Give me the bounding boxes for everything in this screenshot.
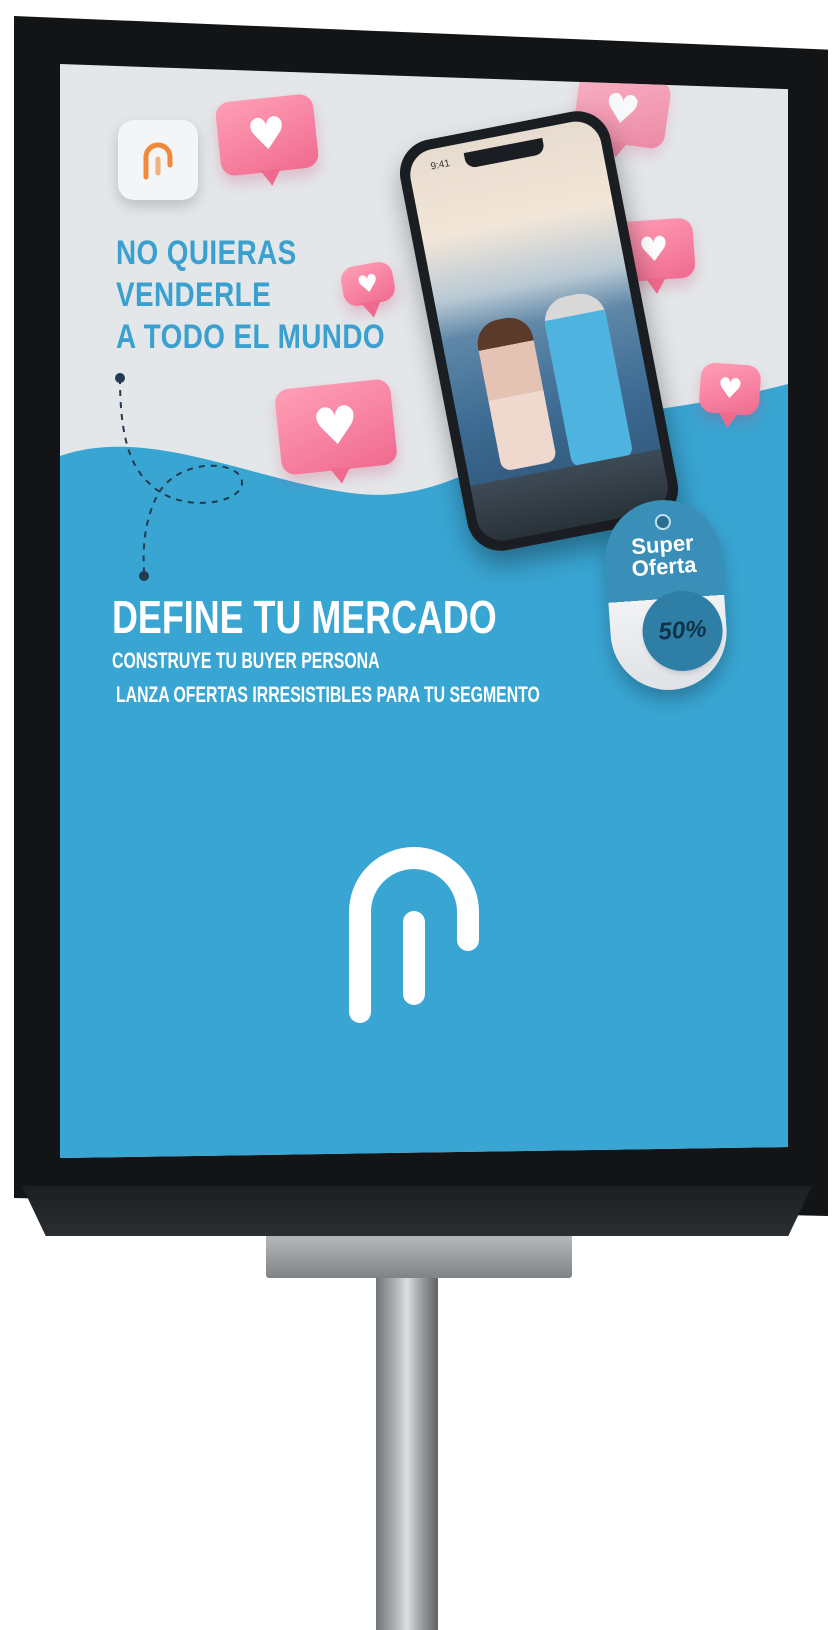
advertisement-poster: ♥ ♥ ♥ ♥ ♥ ♥ NO QUIERAS VENDERLE A TODO E… (60, 64, 788, 1158)
app-logo-icon (118, 120, 198, 200)
headline: NO QUIERAS VENDERLE A TODO EL MUNDO (116, 232, 387, 358)
subtitle-buyer-persona: CONSTRUYE TU BUYER PERSONA (112, 648, 380, 673)
heart-bubble-large-top: ♥ (214, 93, 320, 177)
photo-person-left (473, 313, 558, 472)
heart-icon: ♥ (716, 371, 744, 406)
billboard-scene: ♥ ♥ ♥ ♥ ♥ ♥ NO QUIERAS VENDERLE A TODO E… (0, 0, 832, 1630)
tag-label: Super Oferta (604, 530, 723, 582)
brand-logo-icon (349, 847, 479, 1023)
heart-bubble-far-right: ♥ (698, 361, 762, 417)
main-title: DEFINE TU MERCADO (112, 591, 497, 643)
offer-price-tag: Super Oferta 50% (601, 496, 731, 694)
subtitle-offers: LANZA OFERTAS IRRESISTIBLES PARA TU SEGM… (116, 682, 540, 707)
heart-bubble-center: ♥ (273, 378, 399, 476)
heart-icon: ♥ (309, 394, 363, 460)
phone-notch (463, 137, 546, 169)
phone-status-time: 9:41 (429, 158, 451, 173)
headline-line-3: A TODO EL MUNDO (116, 318, 385, 356)
heart-icon: ♥ (244, 107, 290, 162)
headline-line-2: VENDERLE (116, 276, 272, 314)
heart-icon: ♥ (637, 228, 671, 272)
billboard-frame-base (22, 1186, 812, 1236)
headline-line-1: NO QUIERAS (116, 234, 297, 272)
tag-hole (654, 513, 672, 531)
discount-badge: 50% (644, 592, 721, 670)
heart-icon: ♥ (601, 84, 643, 136)
app-logo-glyph (143, 142, 173, 180)
billboard-pole (376, 1220, 438, 1630)
photo-person-right (540, 289, 634, 469)
